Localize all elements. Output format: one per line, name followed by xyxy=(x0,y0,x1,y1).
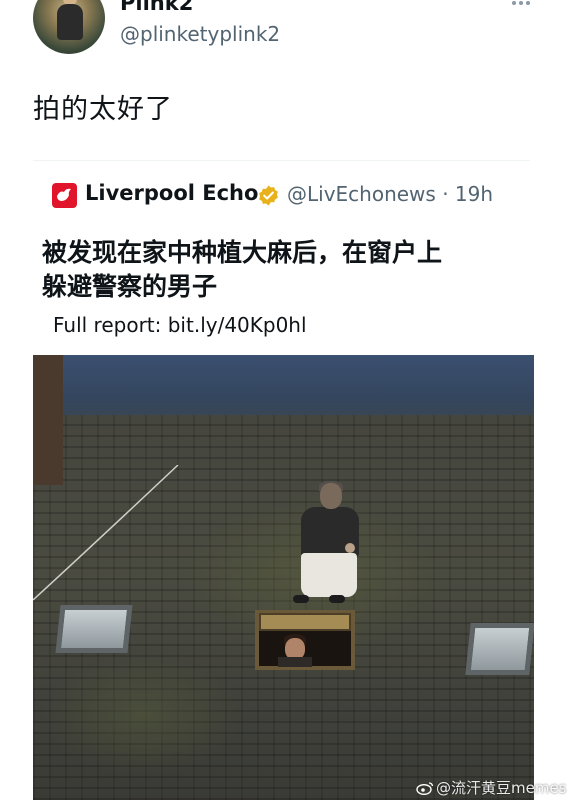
photo-cable xyxy=(33,465,179,601)
watermark-text: @流汗黄豆memes xyxy=(436,779,567,797)
weibo-icon xyxy=(416,782,434,795)
photo-skylight xyxy=(465,623,534,675)
full-report-link[interactable]: Full report: bit.ly/40Kp0hl xyxy=(53,313,307,337)
verified-badge-icon xyxy=(257,184,280,207)
photo-man-shoe xyxy=(329,595,345,603)
photo-window-sash xyxy=(259,613,351,631)
watermark: @流汗黄豆memes xyxy=(416,777,567,798)
quoted-tweet-text: 被发现在家中种植大麻后，在窗户上 躲避警察的男子 xyxy=(42,236,542,304)
quoted-text-line-1: 被发现在家中种植大麻后，在窗户上 xyxy=(42,238,443,267)
tweet-text: 拍的太好了 xyxy=(33,94,173,125)
photo-man-head xyxy=(320,483,342,509)
quoted-author-name[interactable]: Liverpool Echo xyxy=(85,181,258,205)
liverpool-echo-logo xyxy=(52,183,77,208)
photo-man-trousers xyxy=(301,553,357,597)
more-dots-icon[interactable] xyxy=(512,0,534,9)
tweet-photo[interactable] xyxy=(33,355,534,800)
photo-man-shoe xyxy=(293,595,309,603)
avatar[interactable] xyxy=(33,0,105,54)
divider xyxy=(33,160,530,161)
user-handle[interactable]: @plinketyplink2 xyxy=(120,22,280,46)
quoted-handle-timestamp[interactable]: @LivEchonews · 19h xyxy=(287,182,493,206)
photo-skylight xyxy=(55,605,133,653)
photo-moss xyxy=(43,655,243,775)
photo-man-hand xyxy=(345,543,355,553)
photo-person-body xyxy=(278,657,312,667)
quoted-text-line-2: 躲避警察的男子 xyxy=(42,272,218,301)
tweet-card: Plink2 @plinketyplink2 拍的太好了 Liverpool E… xyxy=(0,0,567,800)
display-name[interactable]: Plink2 xyxy=(120,0,193,15)
avatar-figure-body xyxy=(57,4,83,40)
